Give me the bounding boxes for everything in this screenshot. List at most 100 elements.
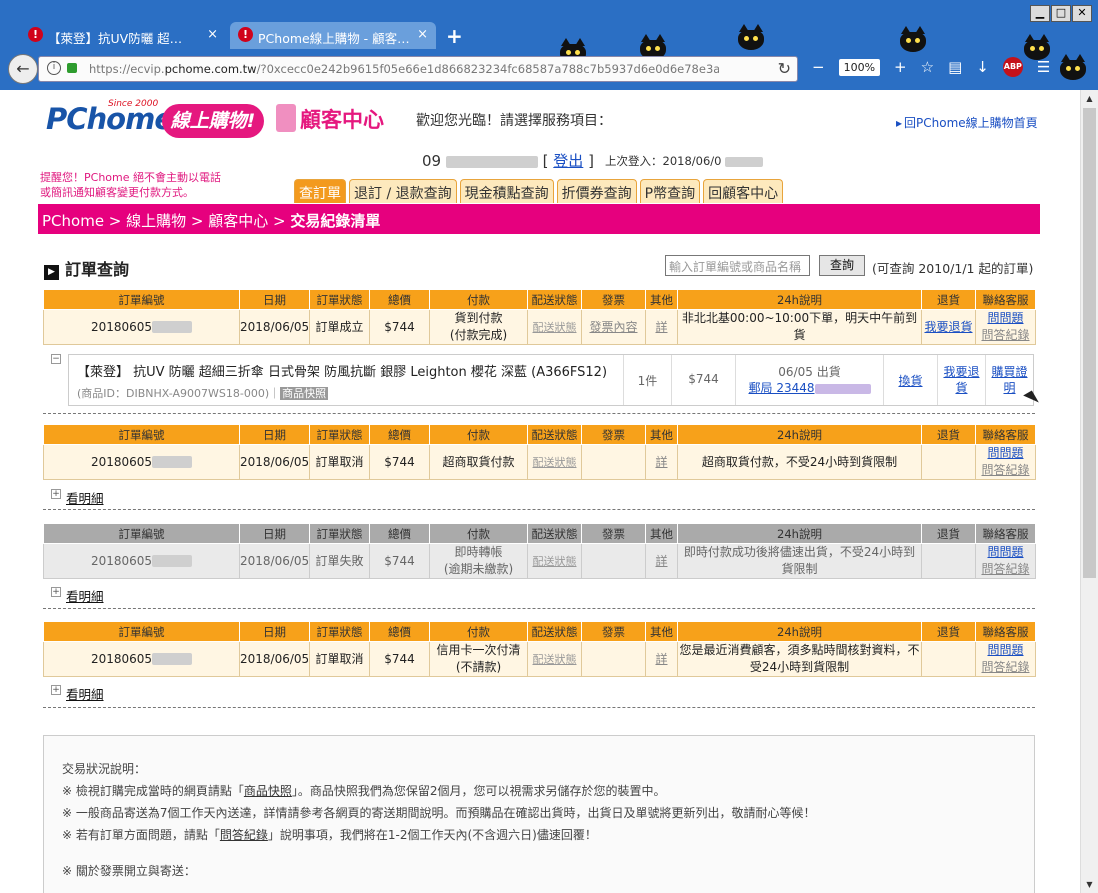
tab-cash-points[interactable]: 現金積點查詢 (459, 179, 554, 203)
col-total: 總價 (369, 289, 430, 310)
col-shipping: 配送狀態 (527, 523, 582, 544)
close-window-button[interactable]: ✕ (1072, 5, 1092, 22)
account-info: 09 [ 登出 ] (422, 150, 594, 171)
adblock-icon[interactable]: ABP (1002, 57, 1023, 77)
col-24h: 24h說明 (677, 523, 922, 544)
back-button[interactable]: ← (8, 54, 38, 84)
tracking-link[interactable]: 郵局 23448 (749, 381, 815, 395)
masked-text (152, 321, 193, 333)
shipping-status-link[interactable]: 配送狀態 (527, 444, 582, 480)
browser-tab-customer-center[interactable]: ! PChome線上購物 - 顧客… × (230, 22, 436, 49)
home-link[interactable]: 回PChome線上購物首頁 (896, 114, 1038, 131)
shipping-status-link[interactable]: 配送狀態 (527, 309, 582, 345)
order-table: 訂單編號 日期 訂單狀態 總價 付款 配送狀態 發票 其他 24h說明 退貨 聯… (43, 523, 1036, 579)
browser-tab-product[interactable]: ! 【萊登】抗UV防曬 超… × (20, 22, 226, 49)
details-link[interactable]: 詳 (645, 543, 678, 579)
maximize-button[interactable]: □ (1051, 5, 1071, 22)
view-details-link[interactable]: 看明細 (66, 586, 104, 605)
ask-question-link[interactable]: 問問題 (987, 643, 1023, 657)
order-id: 20180605 (43, 309, 240, 345)
logout-link[interactable]: 登出 (553, 152, 583, 170)
new-tab-button[interactable]: + (446, 24, 463, 48)
view-details-link[interactable]: 看明細 (66, 488, 104, 507)
exchange-link[interactable]: 換貨 (898, 374, 922, 388)
invoice-cell (581, 444, 646, 480)
item-name[interactable]: 【萊登】 抗UV 防曬 超細三折傘 日式骨架 防風抗斷 銀膠 Leighton … (77, 361, 607, 380)
expand-icon[interactable]: + (51, 685, 61, 695)
shopping-bag-icon (276, 104, 296, 132)
col-order-id: 訂單編號 (43, 289, 240, 310)
library-icon[interactable]: ▤ (948, 58, 962, 76)
masked-text (152, 555, 193, 567)
browser-chrome: ▁ □ ✕ ! 【萊登】抗UV防曬 超… × ! PChome線上購物 - 顧客… (0, 0, 1098, 90)
zoom-level[interactable]: 100% (838, 58, 881, 76)
purchase-proof-link[interactable]: 購買證明 (991, 365, 1027, 395)
collapse-icon[interactable]: − (51, 354, 61, 364)
invoice-link[interactable]: 發票內容 (581, 309, 646, 345)
notice-line: ※ 檢視訂購完成當時的網頁請點「商品快照」。商品快照我們為您保留2個月，您可以視… (62, 784, 666, 798)
scroll-thumb[interactable] (1083, 108, 1096, 578)
order-row: 20180605 2018/06/05 訂單失敗 $744 即時轉帳 (逾期未繳款… (43, 543, 1036, 579)
search-button[interactable]: 查詢 (819, 255, 865, 276)
reload-icon[interactable]: ↻ (778, 59, 791, 78)
breadcrumb-path[interactable]: PChome > 線上購物 > 顧客中心 > (42, 212, 290, 230)
qa-history-link[interactable]: 問答紀錄 (981, 328, 1029, 342)
vertical-scrollbar[interactable]: ▲ ▼ (1080, 90, 1098, 893)
order-status: 訂單失敗 (309, 543, 370, 579)
view-details-link[interactable]: 看明細 (66, 684, 104, 703)
notice-title: 交易狀況說明： (62, 762, 147, 776)
col-invoice: 發票 (581, 289, 646, 310)
bookmark-star-icon[interactable]: ☆ (921, 58, 934, 76)
contact-cell: 問問題 問答紀錄 (975, 641, 1036, 677)
expand-icon[interactable]: + (51, 489, 61, 499)
notice-line: ※ 關於發票開立與寄送： (62, 864, 196, 878)
zoom-in-icon[interactable]: + (894, 58, 907, 76)
logo-pill[interactable]: 線上購物! (162, 104, 264, 138)
tab-customer-center[interactable]: 回顧客中心 (703, 179, 784, 203)
ask-question-link[interactable]: 問問題 (987, 311, 1023, 325)
scroll-up-icon[interactable]: ▲ (1081, 90, 1098, 107)
download-icon[interactable]: ↓ (976, 58, 989, 76)
snapshot-help-link[interactable]: 商品快照 (244, 784, 292, 798)
qa-history-link[interactable]: 問答紀錄 (981, 463, 1029, 477)
return-link[interactable]: 我要退貨 (921, 309, 976, 345)
order-search-input[interactable]: 輸入訂單編號或商品名稱 (665, 255, 810, 276)
minimize-button[interactable]: ▁ (1030, 5, 1050, 22)
info-icon[interactable]: i (47, 61, 61, 75)
details-link[interactable]: 詳 (645, 444, 678, 480)
snapshot-link[interactable]: 商品快照 (280, 387, 329, 400)
col-payment: 付款 (429, 523, 528, 544)
details-link[interactable]: 詳 (645, 309, 678, 345)
ask-question-link[interactable]: 問問題 (987, 545, 1023, 559)
close-tab-icon[interactable]: × (207, 27, 218, 42)
bracket: ] (588, 152, 594, 170)
tab-p-coins[interactable]: P幣查詢 (639, 179, 701, 203)
close-tab-icon[interactable]: × (417, 27, 428, 42)
shipping-status-link[interactable]: 配送狀態 (527, 543, 582, 579)
expand-icon[interactable]: + (51, 587, 61, 597)
return-cell (921, 641, 976, 677)
tab-title: 【萊登】抗UV防曬 超… (48, 31, 183, 46)
scroll-down-icon[interactable]: ▼ (1081, 876, 1098, 893)
shipping-status-link[interactable]: 配送狀態 (527, 641, 582, 677)
details-link[interactable]: 詳 (645, 641, 678, 677)
order-item: 【萊登】 抗UV 防曬 超細三折傘 日式骨架 防風抗斷 銀膠 Leighton … (68, 354, 1034, 406)
ask-question-link[interactable]: 問問題 (987, 446, 1023, 460)
qa-history-link[interactable]: 問答紀錄 (981, 562, 1029, 576)
item-return-link[interactable]: 我要退貨 (943, 365, 979, 395)
qa-help-link[interactable]: 問答紀錄 (220, 828, 268, 842)
tab-refunds[interactable]: 退訂 / 退款查詢 (349, 179, 457, 203)
browser-toolbar: − 100% + ☆ ▤ ↓ ABP ☰ (812, 57, 1050, 77)
cat-decoration (900, 26, 926, 52)
tab-coupons[interactable]: 折價券查詢 (556, 179, 637, 203)
qa-history-link[interactable]: 問答紀錄 (981, 660, 1029, 674)
menu-icon[interactable]: ☰ (1037, 58, 1050, 76)
welcome-text: 歡迎您光臨！請選擇服務項目： (416, 113, 612, 129)
zoom-out-icon[interactable]: − (812, 58, 825, 76)
masked-text (152, 653, 193, 665)
tab-orders[interactable]: 查訂單 (294, 179, 346, 203)
order-24h-desc: 非北北基00:00~10:00下單，明天中午前到貨 (677, 309, 922, 345)
col-other: 其他 (645, 523, 678, 544)
address-bar[interactable]: i https://ecvip.pchome.com.tw/?0xcecc0e2… (38, 56, 798, 82)
warning-line: 提醒您！PChome 絕不會主動以電話 (40, 171, 221, 184)
